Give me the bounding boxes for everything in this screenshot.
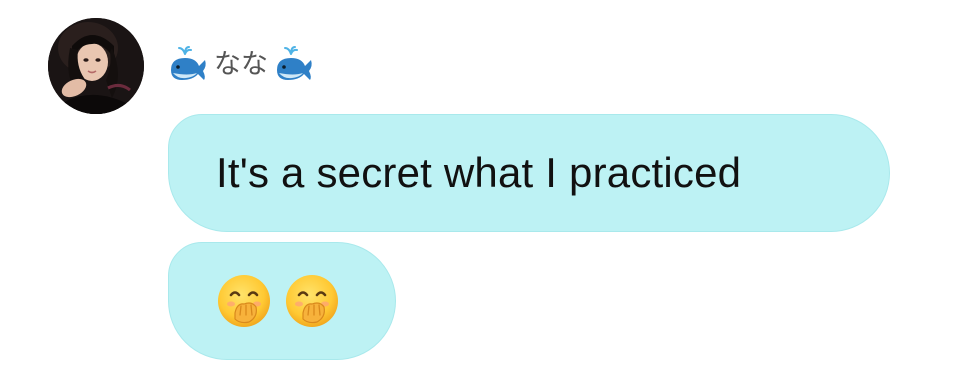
message-bubble-emoji[interactable] xyxy=(168,242,396,360)
avatar-photo xyxy=(48,18,144,114)
face-with-hand-over-mouth-icon xyxy=(284,273,340,329)
avatar[interactable] xyxy=(48,18,144,114)
spouting-whale-icon xyxy=(274,46,314,82)
face-with-hand-over-mouth-icon xyxy=(216,273,272,329)
sender-name-row: なな xyxy=(168,44,314,84)
message-bubble-text[interactable]: It's a secret what I practiced xyxy=(168,114,890,232)
emoji-row xyxy=(216,273,340,329)
spouting-whale-icon xyxy=(168,46,208,82)
message-text: It's a secret what I practiced xyxy=(216,149,742,196)
sender-name: なな xyxy=(214,48,268,80)
